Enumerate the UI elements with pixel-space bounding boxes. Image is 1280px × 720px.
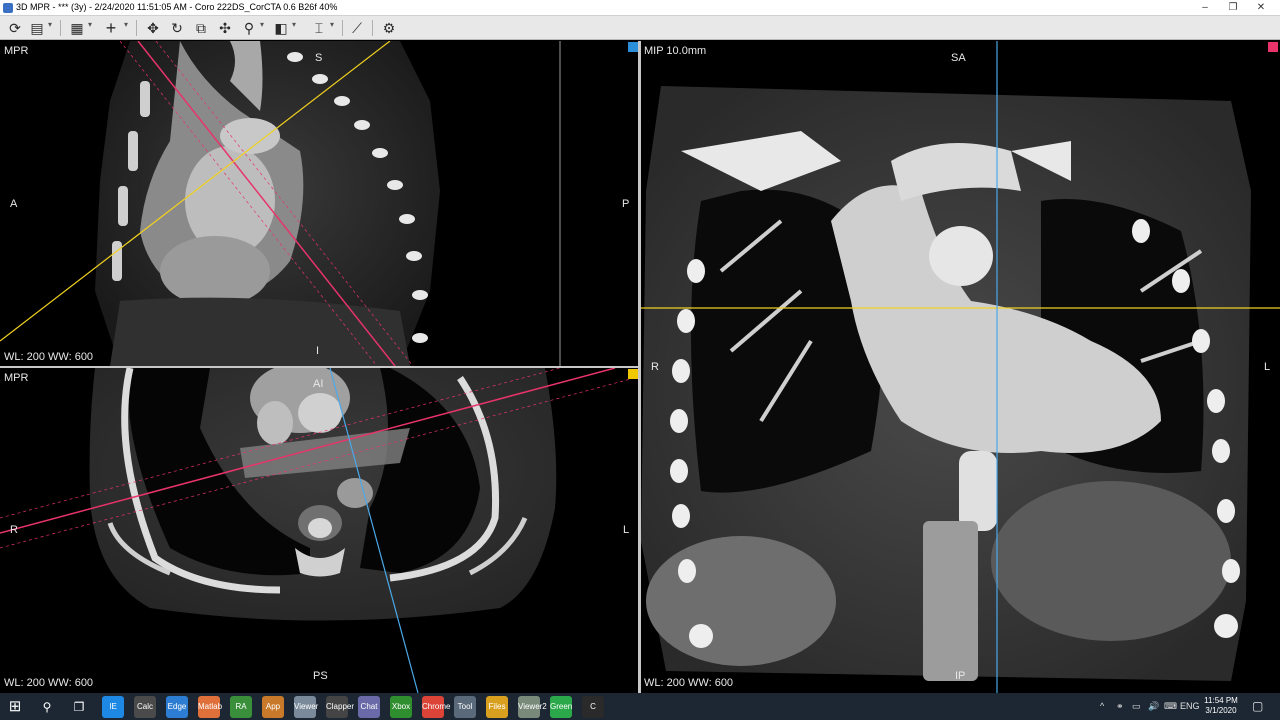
horizontal-splitter[interactable] <box>0 366 638 368</box>
coronal-mip-image <box>641 41 1280 693</box>
measure-icon[interactable]: ⟋ <box>348 19 366 37</box>
taskbar-app-matlab-icon[interactable]: Matlab <box>198 696 222 718</box>
taskbar-clock[interactable]: 11:54 PM 3/1/2020 <box>1196 696 1246 716</box>
axial-ct-image <box>0 368 638 693</box>
coronal-color-marker[interactable] <box>628 42 638 52</box>
sagittal-orientation-bottom: I <box>316 345 320 357</box>
taskbar-app-clapper-icon[interactable]: Clapper <box>326 696 354 718</box>
clock-date: 3/1/2020 <box>1205 706 1237 715</box>
slab-thickness-dropdown-icon[interactable]: ▾ <box>330 20 334 29</box>
keyboard-icon[interactable]: ⌨ <box>1164 693 1177 720</box>
battery-icon[interactable]: ▭ <box>1132 693 1141 720</box>
sagittal-orientation-left: A <box>10 198 18 210</box>
sagittal-view-title: MPR <box>4 45 29 57</box>
taskbar-app-chat-icon[interactable]: Chat <box>358 696 380 718</box>
taskbar-app-app-icon[interactable]: App <box>262 696 284 718</box>
stack-icon[interactable]: ⧉ <box>192 19 210 37</box>
windows-taskbar: ⊞ ⚲ ❐ IE Calc Edge Matlab RA App Viewer Clapper… <box>0 693 1280 720</box>
taskbar-app-xbox-icon[interactable]: Xbox <box>390 696 412 718</box>
toolbar-separator <box>136 20 137 36</box>
toolbar-separator <box>372 20 373 36</box>
sagittal-viewport[interactable]: MPR S I A P WL: 200 WW: 600 <box>0 41 638 366</box>
axial-orientation-left: R <box>10 524 18 536</box>
taskbar-app-viewer2-icon[interactable]: Viewer2 <box>518 696 547 718</box>
sagittal-ct-image <box>0 41 561 366</box>
pan-icon[interactable]: ✥ <box>144 19 162 37</box>
settings-icon[interactable]: ⚙ <box>380 19 398 37</box>
move-icon[interactable]: ✣ <box>216 19 234 37</box>
slab-thickness-icon[interactable]: ⌶ <box>310 19 328 37</box>
axial-view-title: MPR <box>4 372 29 384</box>
taskbar-app-c-icon[interactable]: C <box>582 696 604 718</box>
sagittal-orientation-top: S <box>315 52 323 64</box>
clock-time: 11:54 PM <box>1204 696 1238 705</box>
layout-icon[interactable]: ▦ <box>68 19 86 37</box>
volume-icon[interactable]: 🔊 <box>1148 693 1159 720</box>
sagittal-color-marker[interactable] <box>1268 42 1278 52</box>
toolbar-separator <box>60 20 61 36</box>
close-button[interactable]: ✕ <box>1246 0 1276 16</box>
taskbar-app-calc-icon[interactable]: Calc <box>134 696 156 718</box>
layout-dropdown-icon[interactable]: ▾ <box>88 20 92 29</box>
restore-button[interactable]: ❐ <box>1218 0 1248 16</box>
coronal-window-level: WL: 200 WW: 600 <box>644 677 734 689</box>
coronal-mip-viewport[interactable]: MIP 10.0mm SA IP R L WL: 200 WW: 600 <box>641 41 1280 693</box>
coronal-orientation-right: L <box>1264 361 1271 373</box>
axial-viewport[interactable]: MPR AI PS R L WL: 200 WW: 600 <box>0 368 638 693</box>
app-icon <box>3 3 13 13</box>
save-icon[interactable]: ▤ <box>28 19 46 37</box>
window-level-icon[interactable]: ◧ <box>272 19 290 37</box>
window-title: 3D MPR - *** (3y) - 2/24/2020 11:51:05 A… <box>16 2 338 12</box>
axial-color-marker[interactable] <box>628 369 638 379</box>
notification-icon[interactable]: ▢ <box>1252 693 1263 720</box>
taskbar-app-files-icon[interactable]: Files <box>486 696 508 718</box>
start-button[interactable]: ⊞ <box>4 696 26 718</box>
axial-orientation-bottom: PS <box>313 670 328 682</box>
zoom-dropdown-icon[interactable]: ▾ <box>260 20 264 29</box>
minimize-button[interactable]: – <box>1190 0 1220 16</box>
axial-orientation-top: AI <box>313 378 324 390</box>
vertical-splitter[interactable] <box>638 41 641 693</box>
tray-overflow-icon[interactable]: ^ <box>1100 693 1104 720</box>
title-bar: 3D MPR - *** (3y) - 2/24/2020 11:51:05 A… <box>0 0 1280 16</box>
taskbar-app-ie-icon[interactable]: IE <box>102 696 124 718</box>
taskbar-app-tool-icon[interactable]: Tool <box>454 696 476 718</box>
sagittal-window-level: WL: 200 WW: 600 <box>4 351 94 363</box>
crosshair-dropdown-icon[interactable]: ▾ <box>124 20 128 29</box>
coronal-view-title: MIP 10.0mm <box>644 45 707 57</box>
network-icon[interactable]: ⚭ <box>1116 693 1124 720</box>
task-view-button[interactable]: ❐ <box>68 696 90 718</box>
crosshair-icon[interactable]: + <box>102 19 120 37</box>
rotate-icon[interactable]: ↻ <box>168 19 186 37</box>
taskbar-app-viewer-icon[interactable]: Viewer <box>294 696 318 718</box>
toolbar: ⟳ ▤ ▾ ▦ ▾ + ▾ ✥ ↻ ⧉ ✣ ⚲ ▾ ◧ ▾ ⌶ ▾ ⟋ ⚙ <box>0 16 1280 40</box>
coronal-orientation-left: R <box>651 361 659 373</box>
toolbar-separator <box>342 20 343 36</box>
refresh-icon[interactable]: ⟳ <box>6 19 24 37</box>
window-level-dropdown-icon[interactable]: ▾ <box>292 20 296 29</box>
axial-orientation-right: L <box>623 524 630 536</box>
axial-window-level: WL: 200 WW: 600 <box>4 677 94 689</box>
taskbar-app-green-icon[interactable]: Green <box>550 696 572 718</box>
taskbar-app-ra-icon[interactable]: RA <box>230 696 252 718</box>
coronal-orientation-top: SA <box>951 52 966 64</box>
taskbar-app-chrome-icon[interactable]: Chrome <box>422 696 450 718</box>
sagittal-orientation-right: P <box>622 198 630 210</box>
coronal-orientation-bottom: IP <box>955 670 966 682</box>
search-button[interactable]: ⚲ <box>36 696 58 718</box>
taskbar-app-edge-icon[interactable]: Edge <box>166 696 188 718</box>
save-dropdown-icon[interactable]: ▾ <box>48 20 52 29</box>
zoom-icon[interactable]: ⚲ <box>240 19 258 37</box>
